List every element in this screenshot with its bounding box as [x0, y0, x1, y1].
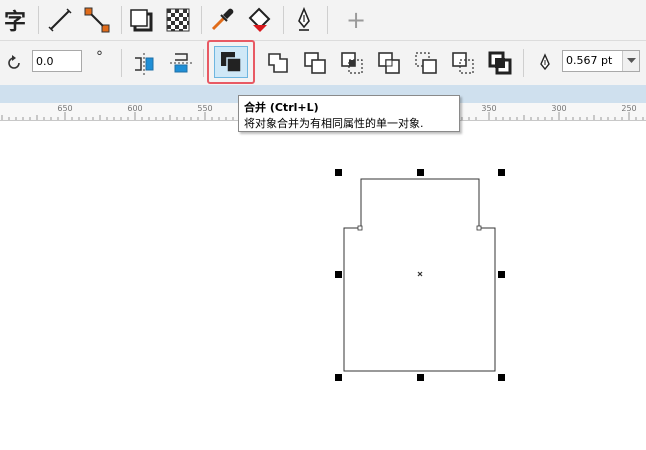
smart-fill-button[interactable] — [245, 5, 275, 35]
rotation-label — [2, 47, 26, 79]
text-tool-button[interactable]: 字 — [0, 5, 30, 35]
ruler-label: 600 — [127, 104, 143, 113]
selected-shape[interactable] — [0, 121, 646, 450]
outline-width-value: 0.567 pt — [566, 54, 613, 67]
center-marker — [417, 271, 423, 277]
eyedropper-button[interactable] — [207, 5, 237, 35]
ruler-label: 250 — [621, 104, 637, 113]
back-minus-front-icon — [452, 52, 474, 74]
ruler-label: 650 — [57, 104, 73, 113]
rotate-icon — [8, 55, 20, 69]
front-minus-back-icon — [415, 52, 437, 74]
selection-handle-left[interactable] — [335, 271, 342, 278]
dimension-tool-button[interactable] — [45, 5, 75, 35]
transparency-icon — [166, 8, 190, 32]
combine-icon — [221, 52, 242, 73]
chevron-down-icon — [626, 58, 636, 63]
eyedropper-icon — [211, 8, 234, 31]
create-boundary-icon — [488, 51, 512, 75]
toolbar-separator — [201, 6, 202, 34]
drop-shadow-button[interactable] — [126, 5, 156, 35]
selection-handle-top[interactable] — [417, 169, 424, 176]
toolbar-separator — [121, 49, 122, 77]
rotation-angle-input[interactable]: 0.0 — [32, 50, 82, 72]
back-minus-front-button[interactable] — [446, 47, 480, 79]
toolbar-separator — [523, 49, 524, 77]
mirror-vertical-button[interactable] — [164, 47, 198, 79]
dimension-line-icon — [48, 8, 72, 32]
weld-icon — [268, 53, 288, 73]
standard-toolbar: 字 + — [0, 0, 646, 41]
combine-button[interactable] — [207, 40, 255, 84]
selection-handle-bottom-left[interactable] — [335, 374, 342, 381]
front-minus-back-button[interactable] — [409, 47, 443, 79]
selection-handle-right[interactable] — [498, 271, 505, 278]
simplify-icon — [378, 52, 400, 74]
tooltip-title: 合并 (Ctrl+L) — [244, 101, 319, 114]
pen-nib-icon — [540, 53, 550, 71]
selection-handle-bottom[interactable] — [417, 374, 424, 381]
transparency-button[interactable] — [163, 5, 193, 35]
create-boundary-button[interactable] — [483, 47, 517, 79]
connector-line-icon — [84, 7, 110, 33]
outline-width-input[interactable]: 0.567 pt — [562, 50, 640, 72]
combine-tooltip: 合并 (Ctrl+L) 将对象合并为有相同属性的单一对象. — [238, 95, 460, 132]
drawing-canvas[interactable] — [0, 121, 646, 450]
simplify-button[interactable] — [372, 47, 406, 79]
ruler-label: 350 — [481, 104, 497, 113]
tooltip-description: 将对象合并为有相同属性的单一对象. — [244, 117, 424, 130]
mirror-vertical-icon — [170, 53, 192, 73]
drop-shadow-icon — [130, 9, 153, 32]
weld-button[interactable] — [261, 47, 295, 79]
toolbar-separator — [121, 6, 122, 34]
pen-outline-icon — [298, 7, 310, 31]
selection-handle-top-left[interactable] — [335, 169, 342, 176]
degree-symbol: ° — [96, 49, 103, 65]
intersect-button[interactable] — [335, 47, 369, 79]
add-icon: + — [345, 6, 367, 34]
outline-pen-button[interactable] — [289, 5, 319, 35]
mirror-horizontal-icon — [135, 53, 154, 75]
outline-width-dropdown[interactable] — [622, 51, 639, 71]
trim-button[interactable] — [298, 47, 332, 79]
add-toolbar-button[interactable]: + — [341, 5, 371, 35]
text-tool-icon: 字 — [3, 10, 26, 35]
ruler-label: 550 — [197, 104, 213, 113]
outline-width-label — [530, 47, 560, 79]
ruler-label: 300 — [551, 104, 567, 113]
smart-fill-icon — [248, 7, 271, 32]
trim-icon — [304, 52, 326, 74]
property-bar: 0.0 ° 0.567 pt — [0, 40, 646, 85]
connector-tool-button[interactable] — [82, 5, 112, 35]
toolbar-separator — [38, 6, 39, 34]
selection-handle-bottom-right[interactable] — [498, 374, 505, 381]
mirror-horizontal-button[interactable] — [127, 47, 161, 79]
toolbar-separator — [327, 6, 328, 34]
toolbar-separator — [203, 49, 204, 77]
intersect-icon — [341, 52, 363, 74]
selection-handle-top-right[interactable] — [498, 169, 505, 176]
toolbar-separator — [283, 6, 284, 34]
